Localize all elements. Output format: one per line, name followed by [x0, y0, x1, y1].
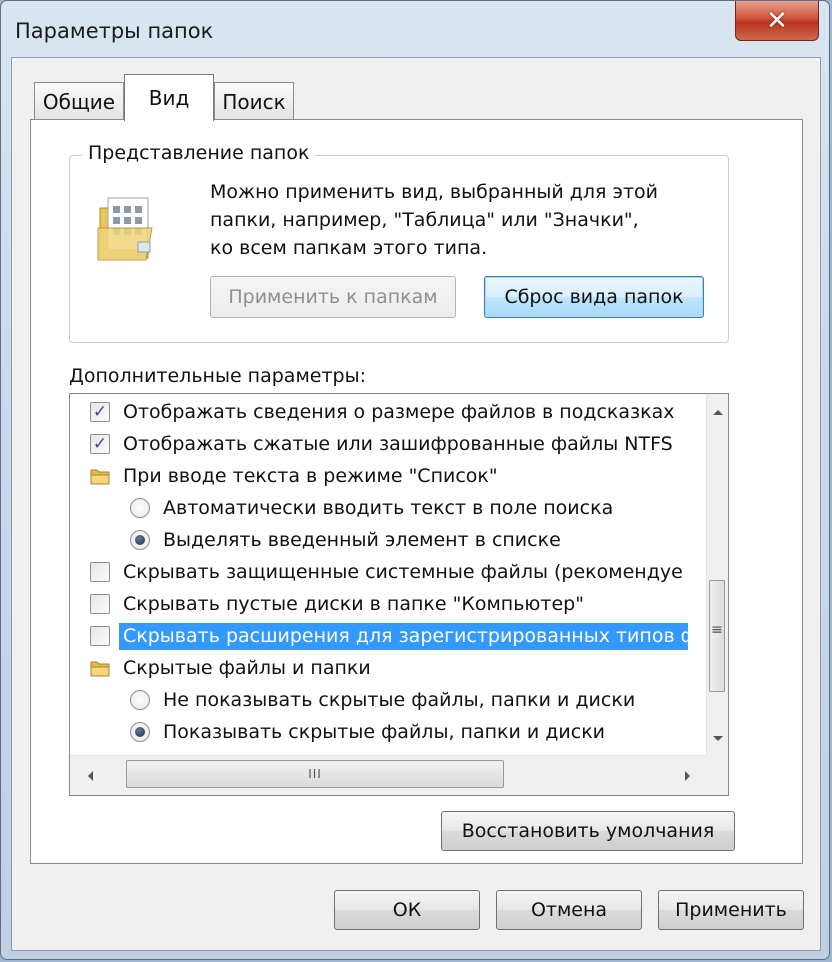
scroll-left-arrow-icon[interactable]: [88, 771, 93, 781]
folder-icon: [90, 469, 110, 485]
list-item[interactable]: Выделять введенный элемент в списке: [70, 524, 688, 556]
list-item[interactable]: Не показывать скрытые файлы, папки и дис…: [70, 684, 688, 716]
list-item[interactable]: ✓ Отображать сжатые или зашифрованные фа…: [70, 428, 688, 460]
list-item-label: При вводе текста в режиме "Список": [123, 465, 498, 487]
tab-view-label: Вид: [148, 86, 190, 110]
folder-views-description: Можно применить вид, выбранный для этой …: [210, 178, 710, 262]
title-bar[interactable]: Параметры папок ✕: [1, 1, 829, 57]
list-item[interactable]: Автоматически вводить текст в поле поиск…: [70, 492, 688, 524]
folder-options-window: Параметры папок ✕ Общие Вид Поиск Предст…: [0, 0, 830, 960]
list-item[interactable]: ✓ Отображать сведения о размере файлов в…: [70, 396, 688, 428]
reset-folders-label: Сброс вида папок: [504, 286, 684, 308]
list-item-label: Автоматически вводить текст в поле поиск…: [163, 497, 614, 519]
reset-folders-button[interactable]: Сброс вида папок: [484, 276, 704, 318]
list-item-label: Отображать сведения о размере файлов в п…: [123, 401, 675, 423]
scroll-down-arrow-icon[interactable]: [713, 736, 723, 741]
advanced-settings-list[interactable]: ✓ Отображать сведения о размере файлов в…: [69, 393, 729, 796]
tab-search[interactable]: Поиск: [214, 82, 294, 120]
list-item[interactable]: Скрывать расширения для зарегистрированн…: [70, 620, 688, 652]
dialog-body: Общие Вид Поиск Представление папок Можн…: [11, 57, 821, 951]
tab-general[interactable]: Общие: [34, 82, 124, 120]
view-tab-panel: Представление папок Можно применить вид,…: [30, 119, 803, 864]
apply-button[interactable]: Применить: [658, 890, 804, 930]
list-item-label: Скрытые файлы и папки: [123, 657, 371, 679]
list-item-label: Не показывать скрытые файлы, папки и дис…: [163, 689, 636, 711]
scrollbar-corner: [706, 755, 728, 795]
list-item-label: Показывать скрытые файлы, папки и диски: [163, 721, 606, 743]
radio-button[interactable]: [130, 498, 150, 518]
vertical-scrollbar[interactable]: ≡: [706, 394, 728, 757]
advanced-settings-label: Дополнительные параметры:: [69, 365, 367, 387]
ok-button[interactable]: ОК: [334, 890, 480, 930]
tab-search-label: Поиск: [222, 89, 286, 114]
checkbox[interactable]: ✓: [90, 402, 110, 422]
radio-selected-dot: [135, 727, 145, 737]
close-icon: ✕: [766, 5, 788, 36]
scroll-up-arrow-icon[interactable]: [713, 410, 723, 415]
list-item-label: Отображать сжатые или зашифрованные файл…: [123, 433, 673, 455]
tab-view[interactable]: Вид: [124, 74, 214, 121]
list-item[interactable]: Скрывать защищенные системные файлы (рек…: [70, 556, 688, 588]
radio-button[interactable]: [130, 530, 150, 550]
description-line-2: папки, например, "Таблица" или "Значки",: [210, 209, 639, 231]
vertical-scroll-thumb[interactable]: ≡: [709, 580, 725, 692]
folder-views-title: Представление папок: [82, 142, 316, 164]
close-button[interactable]: ✕: [735, 1, 819, 41]
grip-icon: III: [308, 767, 322, 781]
list-item-label: Скрывать расширения для зарегистрированн…: [119, 622, 688, 650]
list-item[interactable]: Скрывать пустые диски в папке "Компьютер…: [70, 588, 688, 620]
list-item[interactable]: При вводе текста в режиме "Список": [70, 460, 688, 492]
horizontal-scroll-thumb[interactable]: III: [126, 760, 504, 788]
cancel-button[interactable]: Отмена: [496, 890, 642, 930]
radio-button[interactable]: [130, 722, 150, 742]
grip-icon: ≡: [711, 622, 723, 638]
checkbox[interactable]: [90, 594, 110, 614]
folder-view-icon: [97, 197, 153, 261]
ok-label: ОК: [392, 899, 422, 921]
description-line-3: ко всем папкам этого типа.: [210, 237, 488, 259]
list-item[interactable]: Скрытые файлы и папки: [70, 652, 688, 684]
apply-label: Применить: [675, 899, 787, 921]
checkmark-icon: ✓: [92, 401, 108, 422]
radio-selected-dot: [135, 535, 145, 545]
list-item-label: Скрывать пустые диски в папке "Компьютер…: [123, 593, 584, 615]
scroll-right-arrow-icon[interactable]: [685, 771, 690, 781]
apply-to-folders-label: Применить к папкам: [228, 286, 438, 308]
checkbox[interactable]: [90, 626, 110, 646]
window-title: Параметры папок: [15, 19, 214, 43]
horizontal-scrollbar[interactable]: III: [70, 755, 708, 795]
list-item[interactable]: Показывать скрытые файлы, папки и диски: [70, 716, 688, 748]
apply-to-folders-button[interactable]: Применить к папкам: [210, 276, 456, 318]
list-item-label: Выделять введенный элемент в списке: [163, 529, 561, 551]
checkbox[interactable]: [90, 562, 110, 582]
radio-button[interactable]: [130, 690, 150, 710]
list-item-label: Скрывать защищенные системные файлы (рек…: [123, 561, 683, 583]
restore-defaults-button[interactable]: Восстановить умолчания: [441, 811, 735, 851]
checkmark-icon: ✓: [92, 433, 108, 454]
cancel-label: Отмена: [530, 899, 608, 921]
checkbox[interactable]: ✓: [90, 434, 110, 454]
folder-views-group: Представление папок Можно применить вид,…: [69, 142, 729, 343]
description-line-1: Можно применить вид, выбранный для этой: [210, 181, 658, 203]
folder-icon: [90, 661, 110, 677]
restore-defaults-label: Восстановить умолчания: [461, 820, 715, 842]
tab-general-label: Общие: [42, 89, 116, 114]
